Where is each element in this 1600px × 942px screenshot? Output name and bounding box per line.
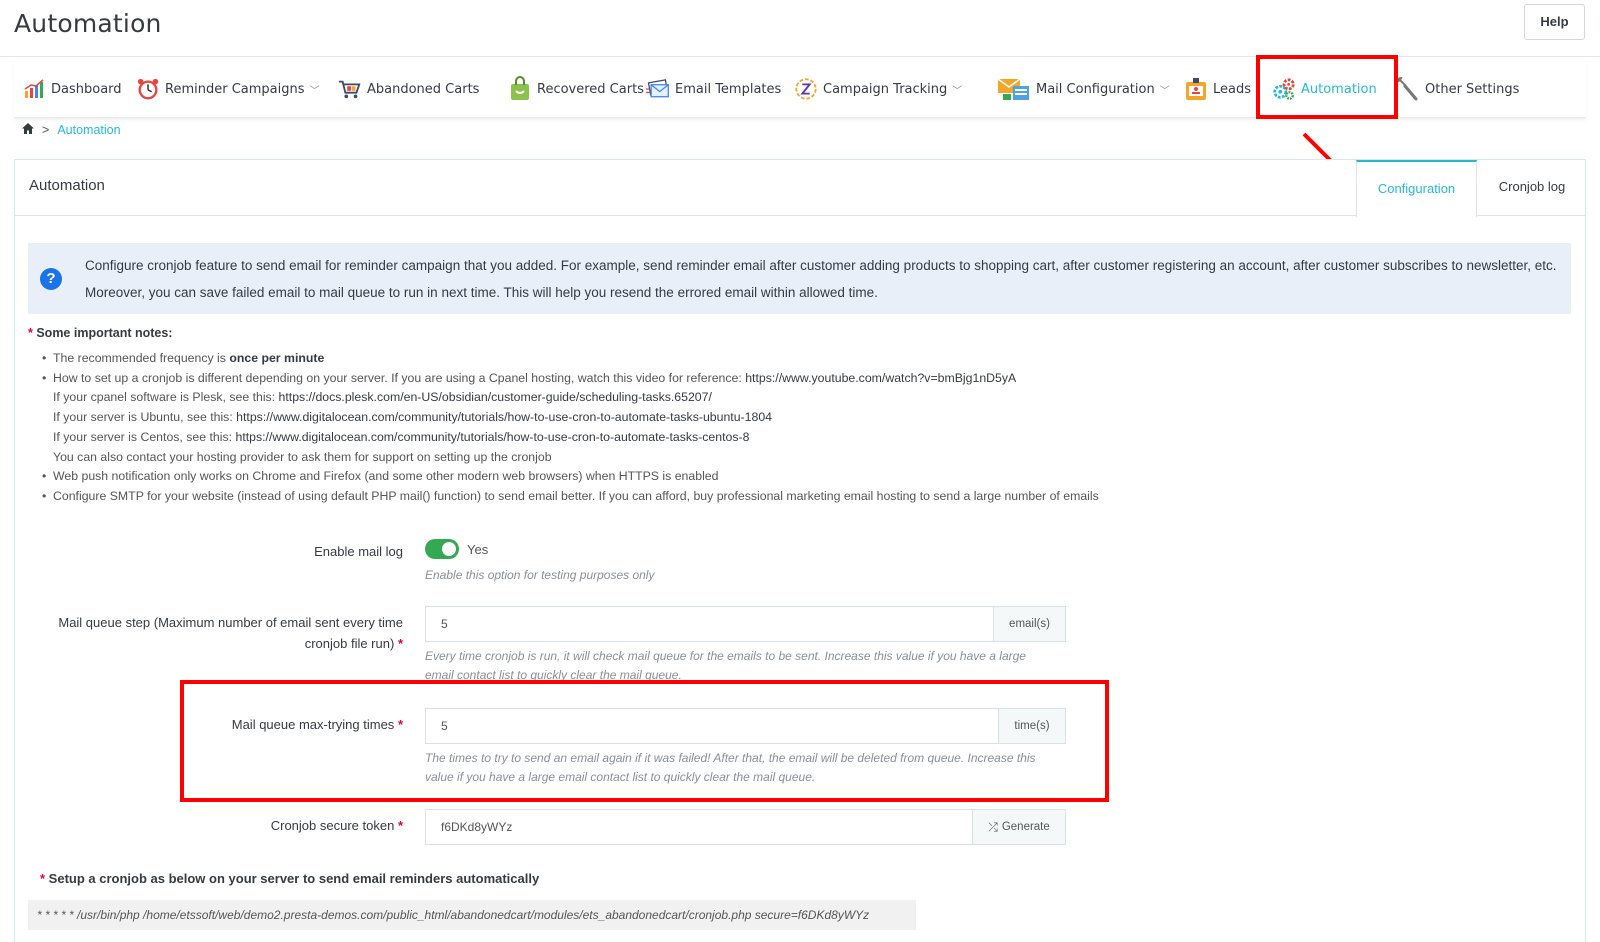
list-item: If your server is Centos, see this: http… [42, 428, 1099, 448]
mail-log-label: Enable mail log [314, 544, 403, 559]
nav-label: Mail Configuration [1036, 81, 1155, 97]
nav-label: Recovered Carts [537, 81, 644, 97]
help-button[interactable]: Help [1524, 4, 1585, 40]
mail-server-icon [997, 77, 1031, 101]
mail-log-toggle-value: Yes [467, 542, 489, 557]
queue-step-label: Mail queue step (Maximum number of email… [30, 612, 403, 654]
nav-label: Leads [1213, 81, 1252, 97]
info-text-line1: Configure cronjob feature to send email … [85, 258, 1557, 273]
panel-header: Automation Configuration Cronjob log [15, 160, 1587, 217]
breadcrumb-current[interactable]: Automation [57, 123, 120, 137]
queue-step-label-line2: cronjob file run) [304, 636, 395, 651]
nav-mail-configuration[interactable]: Mail Configuration ﹀ [997, 73, 1170, 105]
mail-log-help: Enable this option for testing purposes … [425, 568, 655, 582]
list-item: If your server is Ubuntu, see this: http… [42, 408, 1099, 428]
nav-label: Abandoned Carts [367, 81, 480, 97]
home-icon[interactable] [22, 123, 34, 137]
queue-step-group: email(s) [425, 606, 1066, 642]
list-item: You can also contact your hosting provid… [53, 449, 552, 464]
ubuntu-link[interactable]: https://www.digitalocean.com/community/t… [236, 410, 772, 424]
list-item: Web push notification only works on Chro… [42, 467, 1099, 487]
leads-icon [1184, 77, 1208, 101]
note-bold: once per minute [229, 351, 325, 365]
notes-title-text: Some important notes: [36, 326, 173, 340]
info-text-line2: Moreover, you can save failed email to m… [85, 285, 878, 300]
plesk-link[interactable]: https://docs.plesk.com/en-US/obsidian/cu… [279, 390, 712, 404]
cron-command: * * * * * /usr/bin/php /home/etssoft/web… [28, 900, 916, 930]
queue-step-unit: email(s) [993, 607, 1065, 641]
list-item: Configure SMTP for your website (instead… [42, 487, 1099, 507]
wrench-icon [1396, 77, 1420, 101]
note-text: If your server is Centos, see this: [53, 429, 236, 444]
alarm-clock-icon [136, 77, 160, 101]
dashboard-chart-icon [22, 77, 46, 101]
note-text: If your cpanel software is Plesk, see th… [53, 390, 279, 405]
list-item: How to set up a cronjob is different dep… [42, 369, 1099, 389]
nav-label: Email Templates [675, 81, 782, 97]
question-circle-icon: ? [40, 268, 62, 290]
list-item: If your cpanel software is Plesk, see th… [42, 388, 1099, 408]
nav-label: Reminder Campaigns [165, 81, 305, 97]
chevron-down-icon: ﹀ [309, 85, 320, 97]
shuffle-icon: ⤮ [988, 819, 998, 834]
nav-other-settings[interactable]: Other Settings [1396, 73, 1519, 105]
chevron-down-icon: ﹀ [952, 85, 963, 97]
nav-dashboard[interactable]: Dashboard [22, 73, 122, 105]
nav-label: Campaign Tracking [823, 81, 948, 97]
token-group: ⤮Generate [425, 809, 1066, 845]
tracking-icon [794, 77, 818, 101]
queue-step-input[interactable] [426, 607, 993, 641]
nav-leads[interactable]: Leads [1184, 73, 1251, 105]
info-alert: ? Configure cronjob feature to send emai… [28, 243, 1571, 314]
queue-step-label-line1: Mail queue step (Maximum number of email… [58, 615, 403, 630]
nav-abandoned-carts[interactable]: Abandoned Carts [338, 73, 479, 105]
required-asterisk: * [397, 636, 403, 651]
breadcrumb: > Automation [22, 123, 121, 137]
notes-list: The recommended frequency is once per mi… [42, 349, 1099, 507]
nav-label: Other Settings [1425, 81, 1520, 97]
tab-cronjob-log[interactable]: Cronjob log [1477, 160, 1587, 216]
tab-configuration[interactable]: Configuration [1356, 160, 1477, 217]
token-input[interactable] [426, 810, 972, 844]
breadcrumb-separator: > [42, 123, 50, 137]
list-item: The recommended frequency is once per mi… [42, 349, 1099, 369]
panel-title: Automation [29, 177, 105, 194]
setup-title: * Setup a cronjob as below on your serve… [40, 871, 539, 886]
generate-button[interactable]: ⤮ Generate [972, 810, 1065, 844]
note-text: How to set up a cronjob is different dep… [53, 370, 746, 385]
video-link[interactable]: https://www.youtube.com/watch?v=bmBjg1nD… [745, 371, 1016, 385]
note-text: If your server is Ubuntu, see this: [53, 410, 237, 425]
token-label-text: Cronjob secure token [270, 818, 395, 833]
chevron-down-icon: ﹀ [1159, 85, 1170, 97]
nav-campaign-tracking[interactable]: Campaign Tracking ﹀ [794, 73, 962, 105]
note-text: The recommended frequency is [53, 351, 230, 365]
nav-recovered-carts[interactable]: Recovered Carts [508, 73, 644, 105]
centos-link[interactable]: https://www.digitalocean.com/community/t… [235, 430, 749, 444]
help-line: Every time cronjob is run, it will check… [425, 649, 1026, 663]
generate-label: Generate [1001, 821, 1050, 833]
required-asterisk: * [40, 871, 49, 886]
highlight-box-automation-nav [1256, 55, 1398, 119]
shopping-bag-icon [508, 76, 532, 101]
email-templates-icon [646, 77, 670, 101]
setup-title-text: Setup a cronjob as below on your server … [48, 871, 540, 886]
nav-email-templates[interactable]: Email Templates [646, 73, 781, 105]
notes-title: * Some important notes: [28, 326, 172, 340]
highlight-box-max-trying [180, 680, 1109, 802]
toggle-knob [442, 542, 456, 556]
mail-log-toggle[interactable] [425, 539, 459, 559]
shopping-cart-icon [338, 77, 362, 101]
queue-step-label-line2-wrap: cronjob file run) * [30, 633, 403, 654]
nav-reminder-campaigns[interactable]: Reminder Campaigns ﹀ [136, 73, 320, 105]
top-header: Automation Help [0, 0, 1600, 57]
required-asterisk: * [397, 818, 403, 833]
page-title: Automation [14, 9, 162, 38]
nav-label: Dashboard [51, 81, 122, 97]
token-label: Cronjob secure token * [150, 815, 403, 836]
